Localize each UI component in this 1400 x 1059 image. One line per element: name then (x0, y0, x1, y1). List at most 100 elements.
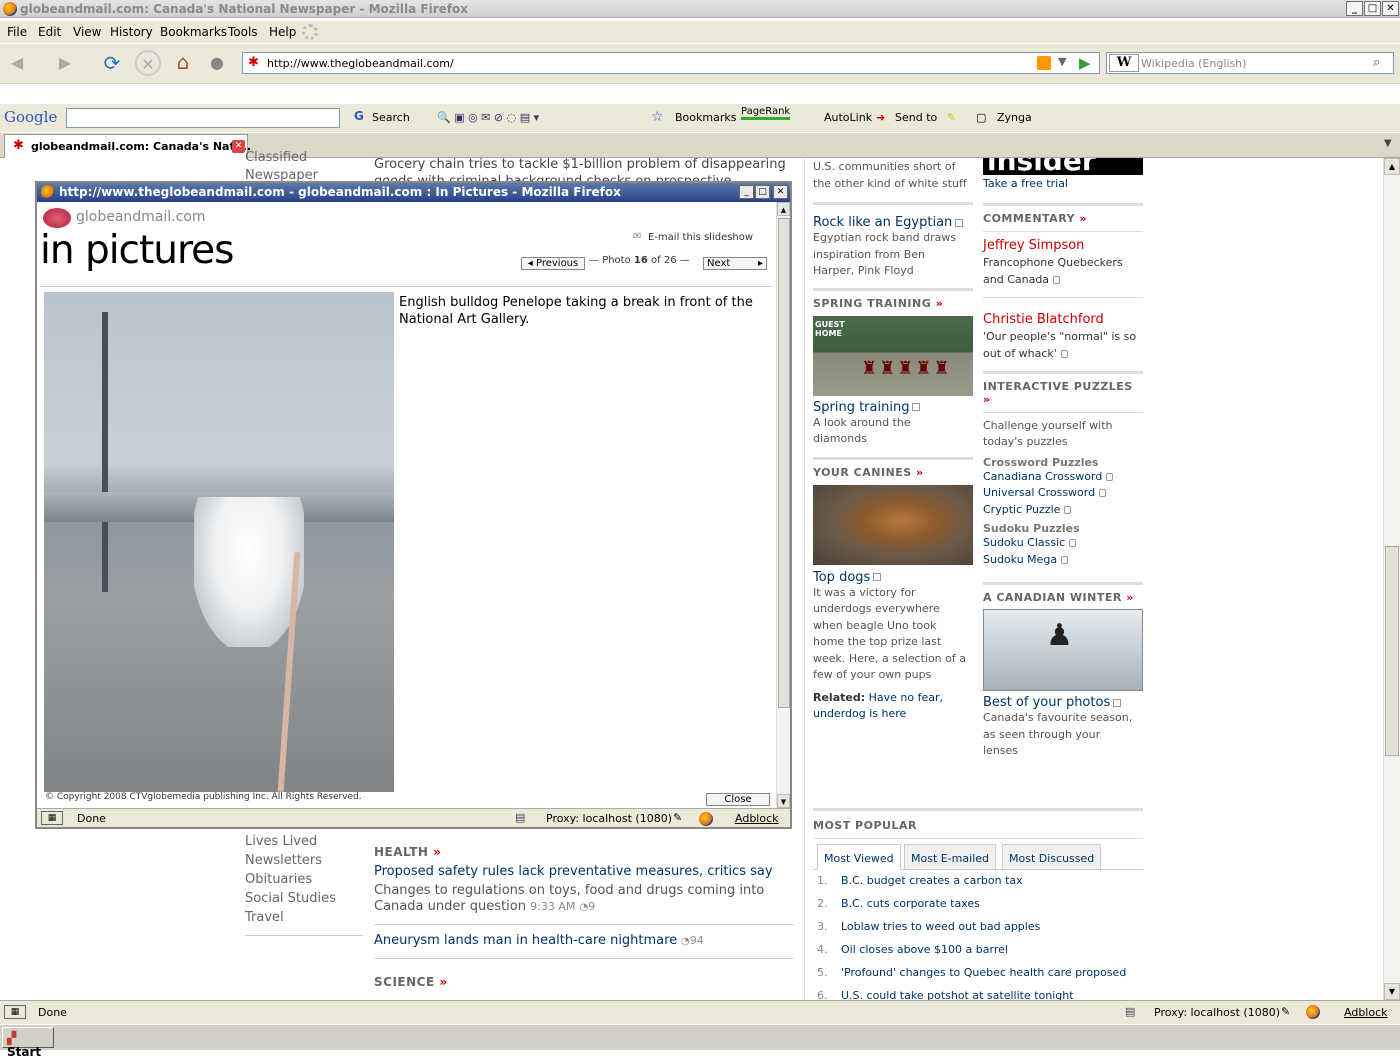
crossword-canadiana[interactable]: Canadiana Crossword (983, 470, 1102, 483)
health-story-1-title[interactable]: Proposed safety rules lack preventative … (374, 864, 794, 879)
spring-title[interactable]: Spring training (813, 400, 909, 415)
blatchford-name[interactable]: Christie Blatchford (983, 312, 1143, 327)
scroll-down-icon[interactable]: ▼ (777, 794, 790, 808)
dropdown-arrow-icon[interactable]: ▼ (1058, 55, 1066, 68)
menu-edit[interactable]: Edit (38, 25, 61, 39)
tab-globeandmail[interactable]: ✱ globeandmail.com: Canada's Nati... ✕ (4, 134, 251, 158)
scroll-thumb[interactable] (778, 218, 790, 708)
stop-button[interactable]: ✕ (135, 50, 161, 76)
google-logo[interactable]: Google (4, 108, 57, 126)
popup-proxy-text[interactable]: Proxy: localhost (1080) (546, 812, 672, 825)
health-story-2-title[interactable]: Aneurysm lands man in health-care nightm… (374, 933, 677, 948)
sudoku-mega[interactable]: Sudoku Mega (983, 553, 1057, 566)
nav-lives-lived[interactable]: Lives Lived (245, 832, 365, 851)
menu-bookmarks[interactable]: Bookmarks (160, 25, 227, 39)
health-story-2-comments[interactable]: 94 (690, 934, 704, 947)
winter-title[interactable]: Best of your photos (983, 695, 1110, 710)
popup-scrollbar[interactable]: ▲ ▼ (776, 202, 790, 808)
popup-minimize-button[interactable]: _ (739, 185, 754, 199)
crossword-cryptic[interactable]: Cryptic Puzzle (983, 503, 1060, 516)
firefox-status-icon[interactable] (1306, 1005, 1320, 1019)
simpson-text-1[interactable]: Francophone Quebeckers (983, 255, 1143, 272)
proxy-icon[interactable]: ▤ (1125, 1005, 1135, 1018)
dogs-image[interactable] (813, 484, 973, 565)
google-search-button[interactable]: Search (372, 111, 410, 124)
popup-close-button[interactable]: ✕ (773, 185, 788, 199)
related-link-2[interactable]: underdog is here (813, 706, 973, 723)
proxy-text[interactable]: Proxy: localhost (1080) (1154, 1006, 1280, 1019)
reload-button[interactable]: ⟳ (99, 50, 125, 76)
start-button[interactable]: ▞ Start (2, 1027, 54, 1059)
send-to-button[interactable]: Send to (895, 111, 937, 124)
popular-link[interactable]: B.C. budget creates a carbon tax (841, 874, 1023, 887)
sudoku-classic[interactable]: Sudoku Classic (983, 536, 1065, 549)
insider-banner[interactable]: insider (983, 158, 1143, 175)
edit-icon[interactable]: ✎ (673, 811, 682, 824)
related-link[interactable]: Have no fear, (869, 691, 943, 704)
nav-social-studies[interactable]: Social Studies (245, 889, 365, 908)
highlight-icon[interactable]: ✎ (947, 111, 956, 124)
go-button[interactable]: ▶ (1079, 54, 1091, 72)
winter-image[interactable]: ♟ (983, 609, 1143, 691)
zynga-button[interactable]: Zynga (997, 111, 1032, 124)
popular-link[interactable]: Loblaw tries to weed out bad apples (841, 920, 1040, 933)
status-icon[interactable]: ▦ (4, 1005, 26, 1019)
page-scrollbar[interactable]: ▲ ▼ (1383, 158, 1400, 1000)
egypt-title[interactable]: Rock like an Egyptian (813, 215, 952, 230)
winter-heading[interactable]: A CANADIAN WINTER (983, 591, 1122, 604)
address-bar[interactable]: ✱ http://www.theglobeandmail.com/ ▼ ▶ (242, 52, 1100, 74)
tab-most-discussed[interactable]: Most Discussed (1002, 844, 1102, 870)
free-trial-link[interactable]: Take a free trial (983, 176, 1143, 193)
menu-history[interactable]: History (110, 25, 153, 39)
commentary-heading[interactable]: COMMENTARY (983, 212, 1075, 225)
puzzles-heading[interactable]: INTERACTIVE PUZZLES (983, 380, 1133, 393)
scroll-down-icon[interactable]: ▼ (1384, 983, 1400, 1000)
nav-obituaries[interactable]: Obituaries (245, 870, 365, 889)
proxy-icon[interactable]: ▤ (515, 811, 525, 824)
minimize-button[interactable]: _ (1346, 1, 1363, 16)
crossword-universal[interactable]: Universal Crossword (983, 486, 1095, 499)
wikipedia-icon[interactable]: W (1109, 54, 1139, 72)
pagerank-meter[interactable]: PageRank (741, 106, 791, 120)
menu-tools[interactable]: Tools (228, 25, 258, 39)
tab-most-viewed[interactable]: Most Viewed (817, 844, 901, 870)
popup-close-link[interactable]: Close (706, 793, 770, 806)
autolink-button[interactable]: AutoLink (824, 111, 872, 124)
science-heading[interactable]: SCIENCE (374, 975, 435, 989)
menu-file[interactable]: File (7, 25, 27, 39)
google-search-input[interactable] (66, 108, 340, 128)
simpson-name[interactable]: Jeffrey Simpson (983, 238, 1143, 253)
health-story-1-comments[interactable]: 9 (588, 900, 595, 913)
search-icon[interactable]: ⌕ (1373, 55, 1380, 70)
menu-view[interactable]: View (73, 25, 101, 39)
scroll-thumb[interactable] (1385, 546, 1399, 756)
spring-heading[interactable]: SPRING TRAINING (813, 297, 931, 310)
firefox-status-icon[interactable] (699, 812, 713, 826)
menu-help[interactable]: Help (269, 25, 296, 39)
edit-icon[interactable]: ✎ (1281, 1005, 1290, 1018)
maximize-button[interactable]: □ (1364, 1, 1381, 16)
popular-link[interactable]: B.C. cuts corporate taxes (841, 897, 980, 910)
status-icon[interactable]: ▦ (41, 811, 63, 825)
blatchford-text-1[interactable]: 'Our people's "normal" is so (983, 329, 1143, 346)
blatchford-text-2[interactable]: out of whack' (983, 347, 1057, 360)
next-button[interactable]: Next ▸ (703, 257, 767, 270)
rss-feed-icon[interactable] (1037, 56, 1051, 70)
toolbar-icons[interactable]: 🔍 ▣ ◎ ✉ ⊘ ◌ ▤ ▾ (437, 111, 539, 124)
tab-close-icon[interactable]: ✕ (232, 140, 245, 153)
health-heading[interactable]: HEALTH (374, 845, 428, 859)
email-slideshow-link[interactable]: E-mail this slideshow (648, 232, 753, 243)
nav-classified[interactable]: Classified (245, 150, 345, 165)
bookmarks-button[interactable]: Bookmarks (675, 111, 736, 124)
scroll-up-icon[interactable]: ▲ (777, 202, 790, 216)
back-button[interactable]: ◀ (4, 50, 30, 76)
nav-travel[interactable]: Travel (245, 908, 365, 927)
nav-newsletters[interactable]: Newsletters (245, 851, 365, 870)
search-box[interactable]: W Wikipedia (English) ⌕ (1106, 52, 1394, 74)
tab-most-emailed[interactable]: Most E-mailed (904, 844, 996, 870)
popular-link[interactable]: Oil closes above $100 a barrel (841, 943, 1008, 956)
previous-button[interactable]: ◂ Previous (521, 257, 585, 270)
popular-link[interactable]: 'Profound' changes to Quebec health care… (841, 966, 1126, 979)
adblock-button[interactable]: Adblock (1344, 1006, 1388, 1019)
canines-heading[interactable]: YOUR CANINES (813, 466, 912, 479)
